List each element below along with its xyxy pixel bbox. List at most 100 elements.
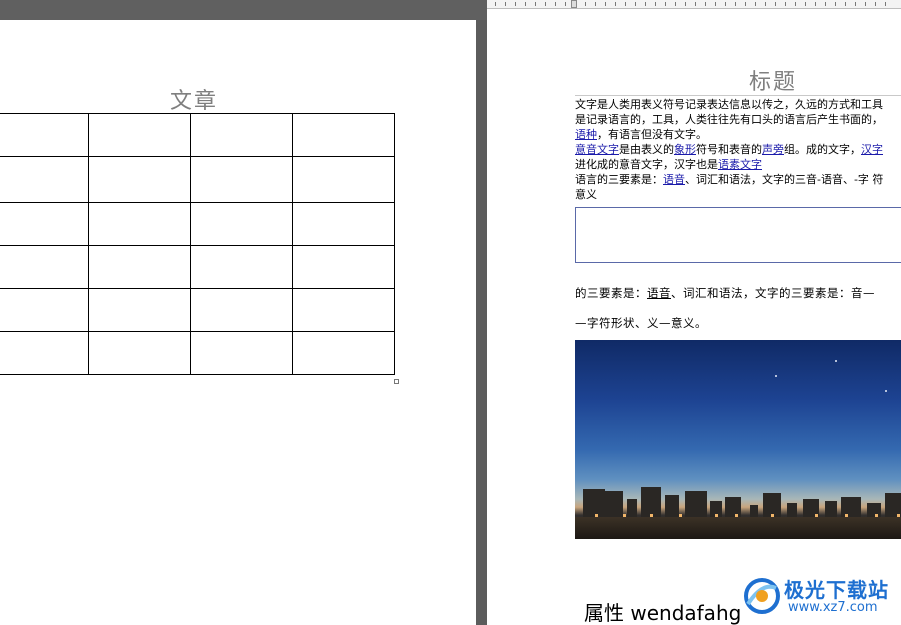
building-silhouette — [867, 503, 881, 517]
table-cell[interactable] — [292, 113, 395, 157]
ruler-tick — [825, 2, 826, 6]
ruler-tick — [715, 2, 716, 6]
table-cell[interactable] — [190, 245, 293, 289]
table-cell[interactable] — [88, 331, 191, 375]
table-cell[interactable] — [88, 245, 191, 289]
paragraph-shape-meaning[interactable]: —字符形状、义—意义。 — [575, 315, 707, 331]
table-cell[interactable] — [0, 156, 89, 203]
paragraph-elements[interactable]: 的三要素是：语音、词汇和语法，文字的三要素是：音— — [575, 285, 875, 301]
table-cell[interactable] — [0, 331, 89, 375]
text-run: 文字是人类用表义符号记录表达信息以传之，久远的方式和工具 — [575, 98, 883, 111]
table-cell[interactable] — [292, 202, 395, 246]
document-page-right[interactable]: 标题 文字是人类用表义符号记录表达信息以传之，久远的方式和工具 是记录语言的，工具… — [487, 9, 901, 625]
ruler-tick — [885, 2, 886, 6]
ruler-tick — [585, 2, 586, 6]
text-run: 符号和表音的 — [696, 143, 762, 156]
ruler-tick — [775, 2, 776, 6]
hyperlink[interactable]: 语音 — [663, 173, 685, 186]
ruler-tick — [845, 2, 846, 6]
ruler-tick — [755, 2, 756, 6]
horizontal-ruler[interactable] — [487, 0, 901, 9]
ruler-tick — [685, 2, 686, 6]
text-box[interactable] — [575, 207, 901, 263]
text-run: 的三要素是： — [575, 286, 647, 300]
table-cell[interactable] — [0, 113, 89, 157]
page-title-right: 标题 — [749, 70, 798, 95]
building-silhouette — [750, 505, 758, 517]
ruler-tick — [665, 2, 666, 6]
table-cell[interactable] — [0, 245, 89, 289]
ruler-tick — [545, 2, 546, 6]
table-cell[interactable] — [190, 156, 293, 203]
city-light — [845, 514, 848, 517]
text-run: 是由表义的 — [619, 143, 674, 156]
body-text-block[interactable]: 文字是人类用表义符号记录表达信息以传之，久远的方式和工具 是记录语言的，工具，人类… — [575, 95, 901, 202]
hyperlink[interactable]: 声旁 — [762, 143, 784, 156]
table-cell[interactable] — [190, 202, 293, 246]
city-light — [735, 514, 738, 517]
ruler-tick — [595, 2, 596, 6]
text-run: 、词汇和语法，文字的三要素是：音— — [671, 286, 875, 300]
building-silhouette — [641, 487, 661, 517]
ruler-indent-marker[interactable] — [571, 0, 577, 8]
building-silhouette — [665, 495, 679, 517]
document-page-left[interactable]: 文章 — [0, 20, 476, 625]
city-night-photo[interactable] — [575, 340, 901, 539]
table-cell[interactable] — [292, 245, 395, 289]
table-row — [0, 202, 395, 246]
table-cell[interactable] — [88, 288, 191, 332]
table-cell[interactable] — [0, 202, 89, 246]
table-cell[interactable] — [292, 288, 395, 332]
hyperlink[interactable]: 意音文字 — [575, 143, 619, 156]
ruler-tick — [675, 2, 676, 6]
photo-water — [575, 517, 901, 539]
table-cell[interactable] — [190, 331, 293, 375]
hyperlink[interactable]: 汉字 — [861, 143, 883, 156]
city-light — [897, 514, 900, 517]
aurora-logo-icon — [744, 578, 780, 614]
table-cell[interactable] — [0, 288, 89, 332]
hyperlink[interactable]: 语种 — [575, 128, 597, 141]
ruler-tick — [625, 2, 626, 6]
table-cell[interactable] — [88, 202, 191, 246]
ruler-tick — [565, 2, 566, 6]
hyperlink[interactable]: 象形 — [674, 143, 696, 156]
ruler-tick — [805, 2, 806, 6]
table-resize-handle[interactable] — [394, 379, 399, 384]
ruler-tick — [615, 2, 616, 6]
ruler-tick — [525, 2, 526, 6]
building-silhouette — [825, 501, 837, 517]
text-line: 语言的三要素是：语音、词汇和语法，文字的三音-语音、-字 符 — [575, 172, 901, 187]
ruler-tick — [765, 2, 766, 6]
ruler-tick — [535, 2, 536, 6]
ruler-tick — [745, 2, 746, 6]
city-light — [771, 514, 774, 517]
ruler-tick — [795, 2, 796, 6]
ruler-tick — [735, 2, 736, 6]
text-run: 意义 — [575, 188, 597, 201]
document-table[interactable] — [0, 113, 395, 375]
ruler-tick — [705, 2, 706, 6]
hyperlink[interactable]: 语素文字 — [718, 158, 762, 171]
table-cell[interactable] — [190, 288, 293, 332]
ruler-tick — [875, 2, 876, 6]
text-line: 文字是人类用表义符号记录表达信息以传之，久远的方式和工具 — [575, 97, 901, 112]
text-line: 意音文字是由表义的象形符号和表音的声旁组。成的文字，汉字 — [575, 142, 901, 157]
table-cell[interactable] — [88, 156, 191, 203]
bottom-heading[interactable]: 属性 wendafahg — [584, 597, 741, 625]
table-cell[interactable] — [190, 113, 293, 157]
watermark-name: 极光下载站 — [784, 578, 889, 602]
text-line: 意义 — [575, 187, 901, 202]
table-cell[interactable] — [292, 156, 395, 203]
page-gutter — [476, 20, 487, 625]
table-row — [0, 245, 395, 289]
text-run: 组。成的文字， — [784, 143, 861, 156]
building-silhouette — [583, 489, 605, 517]
table-cell[interactable] — [292, 331, 395, 375]
ruler-tick — [855, 2, 856, 6]
ruler-tick — [555, 2, 556, 6]
page-title-left: 文章 — [170, 89, 219, 114]
ruler-tick — [635, 2, 636, 6]
building-silhouette — [841, 497, 861, 517]
table-cell[interactable] — [88, 113, 191, 157]
